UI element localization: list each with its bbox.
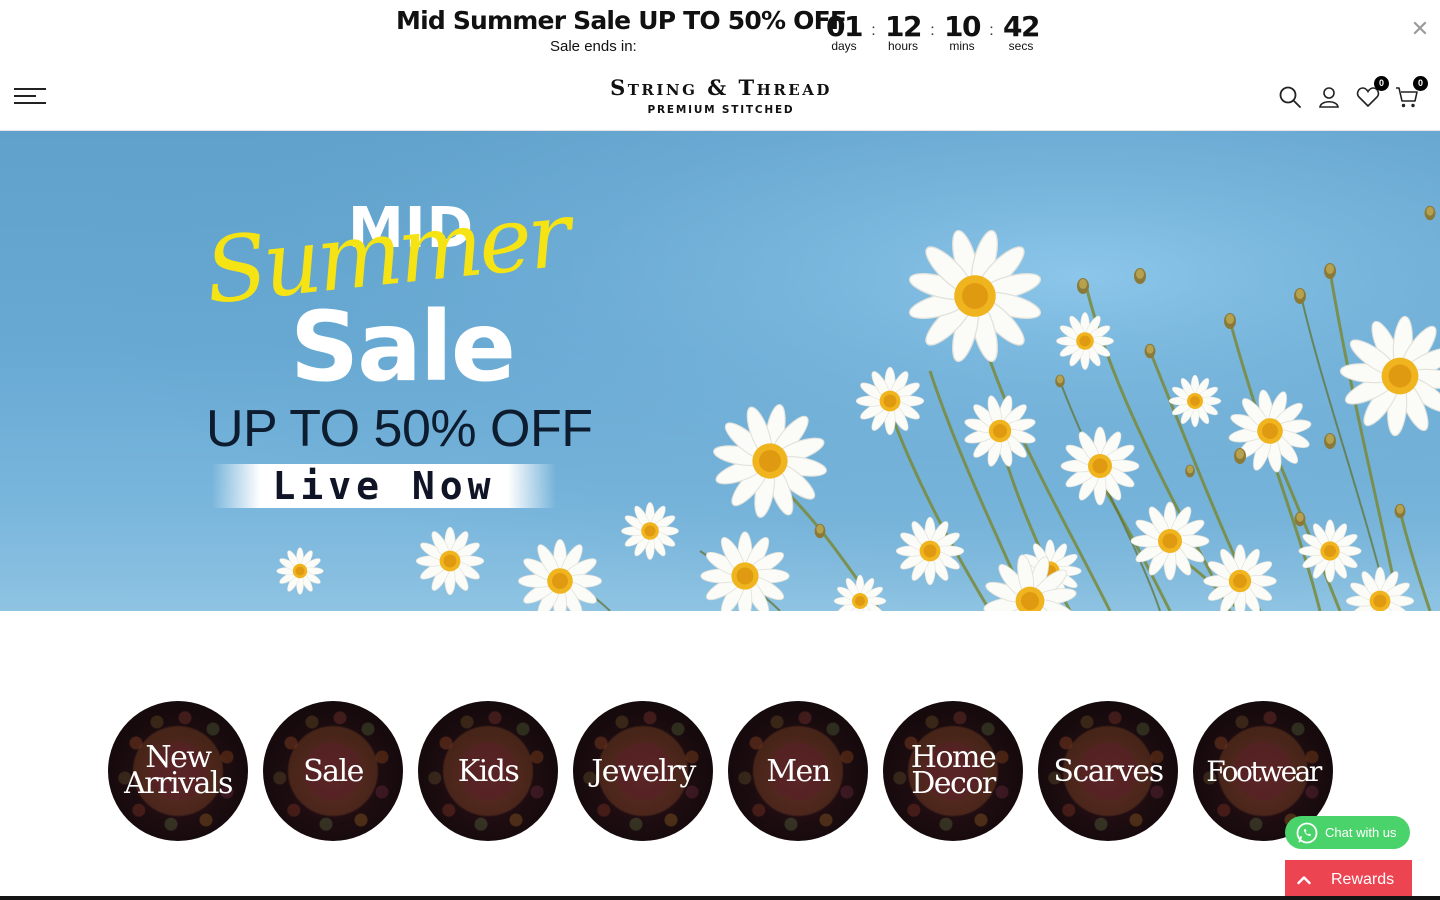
wishlist-count-badge: 0 [1374, 76, 1389, 91]
account-icon[interactable] [1316, 84, 1342, 110]
countdown-days: 01 days [826, 10, 863, 53]
countdown-secs: 42 secs [1003, 10, 1040, 53]
countdown-days-value: 01 [826, 10, 863, 43]
category-label: Kids [457, 754, 520, 789]
whatsapp-icon [1296, 822, 1318, 843]
wishlist-icon[interactable]: 0 [1355, 76, 1389, 110]
category-label: Jewelry [591, 754, 696, 789]
chevron-up-icon [1297, 876, 1311, 885]
search-icon[interactable] [1277, 84, 1303, 110]
announcement-subtitle: Sale ends in: [550, 38, 637, 55]
countdown-timer: 01 days : 12 hours : 10 mins : 42 secs [826, 10, 1040, 53]
countdown-secs-value: 42 [1003, 10, 1040, 43]
category-sale[interactable]: Sale [263, 701, 403, 841]
category-label: Sale [303, 754, 364, 789]
logo-sub-text: PREMIUM STITCHED [647, 104, 795, 116]
countdown-mins-label: mins [949, 39, 975, 53]
countdown-hours-label: hours [887, 39, 919, 53]
daisy-field-illustration [0, 131, 1440, 611]
category-scarves[interactable]: Scarves [1038, 701, 1178, 841]
site-header: String & Thread PREMIUM STITCHED 0 0 [0, 62, 1440, 131]
hero-banner[interactable]: MID Summer Sale UP TO 50% OFF Live Now [0, 131, 1440, 611]
category-label: Scarves [1053, 754, 1164, 789]
rewards-label: Rewards [1331, 871, 1395, 888]
chat-with-us-button[interactable]: Chat with us [1285, 816, 1410, 849]
rewards-button[interactable]: Rewards [1285, 860, 1412, 900]
announcement-title: Mid Summer Sale UP TO 50% OFF [396, 6, 847, 35]
category-kids[interactable]: Kids [418, 701, 558, 841]
countdown-separator: : [989, 22, 994, 39]
hero-line-offer: UP TO 50% OFF [206, 400, 593, 458]
hero-line-sale: Sale [290, 291, 516, 403]
menu-line [14, 88, 46, 90]
countdown-mins-value: 10 [944, 10, 981, 43]
countdown-hours-value: 12 [885, 10, 922, 43]
countdown-separator: : [930, 22, 935, 39]
close-icon[interactable]: ✕ [1408, 18, 1432, 42]
category-label: Home Decor [910, 740, 997, 801]
countdown-separator: : [871, 22, 876, 39]
menu-line [14, 102, 46, 104]
announcement-bar: Mid Summer Sale UP TO 50% OFF Sale ends … [0, 0, 1440, 62]
category-home-decor[interactable]: Home Decor [883, 701, 1023, 841]
chat-label: Chat with us [1325, 825, 1397, 840]
cart-icon[interactable]: 0 [1394, 76, 1428, 110]
countdown-mins: 10 mins [944, 10, 981, 53]
countdown-days-label: days [831, 39, 857, 53]
category-list: New Arrivals Sale Kids Jewelry Men Home … [108, 701, 1333, 841]
category-label: New Arrivals [124, 740, 233, 801]
category-jewelry[interactable]: Jewelry [573, 701, 713, 841]
menu-icon[interactable] [14, 87, 46, 107]
cart-count-badge: 0 [1413, 76, 1428, 91]
menu-line [14, 95, 36, 97]
site-logo[interactable]: String & Thread PREMIUM STITCHED [598, 75, 844, 117]
logo-main-text: String & Thread [610, 75, 832, 100]
hero-cta-live-now[interactable]: Live Now [212, 464, 556, 508]
category-men[interactable]: Men [728, 701, 868, 841]
category-label: Men [766, 754, 831, 789]
next-section-edge [0, 896, 1440, 900]
category-new-arrivals[interactable]: New Arrivals [108, 701, 248, 841]
countdown-hours: 12 hours [885, 10, 922, 53]
